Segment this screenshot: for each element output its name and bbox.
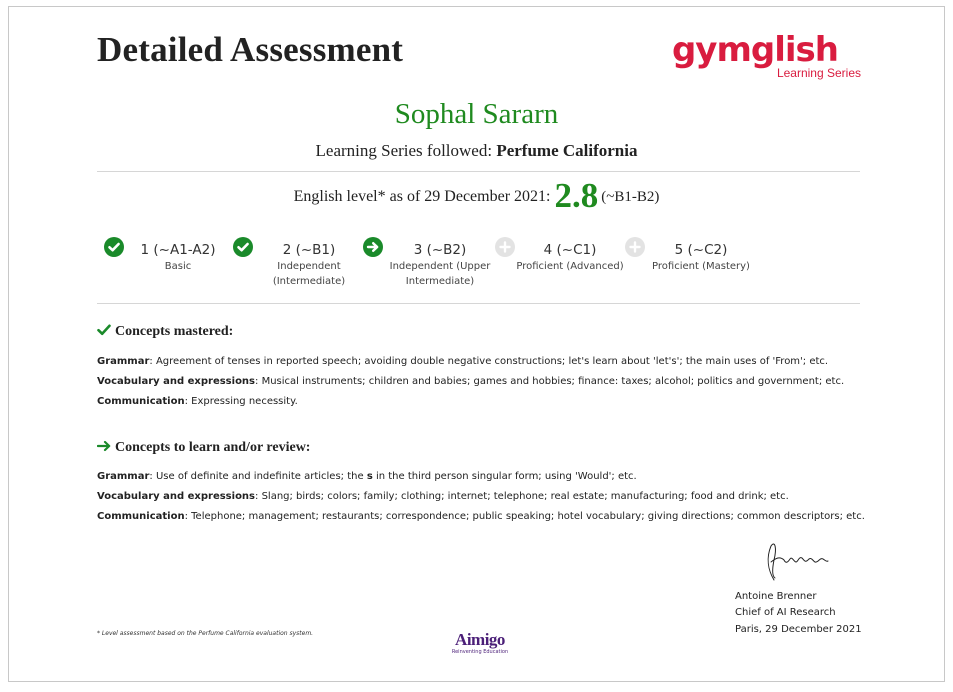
review-heading: Concepts to learn and/or review: xyxy=(96,440,311,456)
level-step-1: 1 (~A1-A2) Basic xyxy=(126,241,230,274)
aimigo-logo: Aimigo Reinventing Education xyxy=(440,631,520,656)
review-heading-text: Concepts to learn and/or review: xyxy=(115,440,311,455)
level-score: 2.8 xyxy=(554,176,599,215)
signer-role: Chief of AI Research xyxy=(735,607,836,618)
item-text: : Use of definite and indefinite article… xyxy=(149,471,367,482)
item-text: : Musical instruments; children and babi… xyxy=(255,376,845,387)
item-key: Grammar xyxy=(97,471,150,482)
level-step-4: 4 (~C1) Proficient (Advanced) xyxy=(512,241,628,274)
arrow-right-icon xyxy=(96,440,111,452)
item-text: : Expressing necessity. xyxy=(184,396,298,407)
series-line: Learning Series followed: Perfume Califo… xyxy=(0,141,953,161)
logo-wordmark: gymglish xyxy=(671,30,839,70)
item-key: Vocabulary and expressions xyxy=(97,491,256,502)
level-step-title: 2 (~B1) xyxy=(282,242,336,258)
item-key: Communication xyxy=(97,511,185,522)
level-step-title: 4 (~C1) xyxy=(543,242,597,258)
item-text: : Slang; birds; colors; family; clothing… xyxy=(255,491,789,502)
level-step-desc: Proficient (Mastery) xyxy=(652,261,750,272)
plus-circle-icon xyxy=(625,237,645,257)
item-key: Grammar xyxy=(97,356,150,367)
level-step-desc: Independent (Upper xyxy=(389,261,491,272)
signer-name: Antoine Brenner xyxy=(735,591,817,602)
level-step-3: 3 (~B2) Independent (Upper Intermediate) xyxy=(383,241,497,289)
aimigo-wordmark: Aimigo xyxy=(455,630,505,649)
aimigo-tagline: Reinventing Education xyxy=(451,649,509,655)
level-step-5: 5 (~C2) Proficient (Mastery) xyxy=(648,241,754,274)
series-name: Perfume California xyxy=(496,141,638,160)
divider xyxy=(97,303,860,304)
level-step-desc: Intermediate) xyxy=(405,276,475,287)
review-communication: Communication: Telephone; management; re… xyxy=(97,511,877,522)
item-key: Communication xyxy=(97,396,185,407)
level-prefix: English level* as of 29 December 2021: xyxy=(293,188,551,205)
item-text: : Agreement of tenses in reported speech… xyxy=(149,356,829,367)
gymglish-logo: gymglish Learning Series xyxy=(672,30,868,80)
review-vocabulary: Vocabulary and expressions: Slang; birds… xyxy=(97,491,877,502)
footnote: * Level assessment based on the Perfume … xyxy=(97,630,314,637)
english-level: English level* as of 29 December 2021: 2.… xyxy=(0,176,953,216)
mastered-heading: Concepts mastered: xyxy=(97,324,233,340)
page-title: Detailed Assessment xyxy=(97,30,404,69)
mastered-grammar: Grammar: Agreement of tenses in reported… xyxy=(97,356,877,367)
level-cefr: (~B1-B2) xyxy=(601,189,660,205)
item-text: : Telephone; management; restaurants; co… xyxy=(184,511,865,522)
level-step-title: 1 (~A1-A2) xyxy=(140,242,216,258)
handwritten-signature xyxy=(767,543,829,581)
mastered-heading-text: Concepts mastered: xyxy=(115,324,234,339)
mastered-vocabulary: Vocabulary and expressions: Musical inst… xyxy=(97,376,877,387)
check-circle-icon xyxy=(233,237,253,257)
level-step-title: 3 (~B2) xyxy=(413,242,467,258)
level-step-desc: Proficient (Advanced) xyxy=(516,261,624,272)
learner-name: Sophal Sararn xyxy=(394,98,559,130)
level-step-desc: (Intermediate) xyxy=(272,276,346,287)
review-grammar: Grammar: Use of definite and indefinite … xyxy=(97,471,877,482)
check-circle-icon xyxy=(104,237,124,257)
logo-subtitle: Learning Series xyxy=(776,66,861,80)
item-key: Vocabulary and expressions xyxy=(97,376,256,387)
divider xyxy=(97,171,860,172)
level-step-desc: Independent xyxy=(277,261,341,272)
mastered-communication: Communication: Expressing necessity. xyxy=(97,396,877,407)
signer-place-date: Paris, 29 December 2021 xyxy=(735,624,862,635)
arrow-right-circle-icon xyxy=(363,237,383,257)
level-step-2: 2 (~B1) Independent (Intermediate) xyxy=(257,241,361,289)
item-text: in the third person singular form; using… xyxy=(372,471,637,482)
check-icon xyxy=(97,324,111,336)
series-label: Learning Series followed: xyxy=(315,141,493,160)
level-step-desc: Basic xyxy=(164,261,192,272)
level-step-title: 5 (~C2) xyxy=(674,242,728,258)
